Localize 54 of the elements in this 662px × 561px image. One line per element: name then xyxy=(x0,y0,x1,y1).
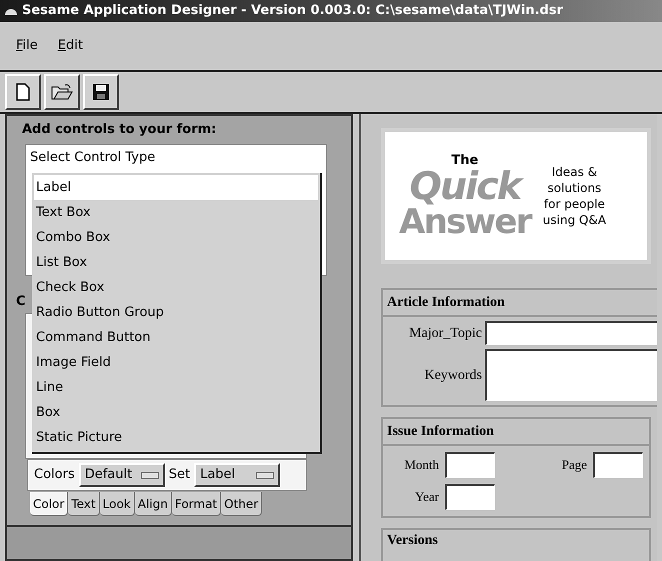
tab[interactable]: Format xyxy=(172,492,222,516)
tagline-text: solutions xyxy=(548,180,602,196)
dropdown-option[interactable]: Line xyxy=(34,375,318,400)
new-document-icon xyxy=(16,83,30,101)
tab[interactable]: Other xyxy=(221,492,262,516)
dropdown-option[interactable]: Static Picture xyxy=(34,425,318,450)
panel-heading: Add controls to your form: xyxy=(22,121,218,139)
input-field[interactable] xyxy=(445,484,495,510)
set-label: Set xyxy=(168,466,190,484)
menu-item[interactable]: File xyxy=(16,36,38,56)
dropdown-icon xyxy=(140,472,159,478)
colors-label: Colors xyxy=(34,466,75,484)
dropdown-button[interactable]: Label xyxy=(194,463,280,487)
dropdown-icon xyxy=(256,472,274,478)
window-title: Sesame Application Designer - Version 0.003.0: C:\sesame\data\TJWin.dsr xyxy=(22,2,563,20)
tagline-text: for people xyxy=(544,196,605,212)
dropdown-option[interactable]: Text Box xyxy=(34,200,318,225)
tab[interactable]: Look xyxy=(100,492,135,516)
dropdown-option[interactable]: Command Button xyxy=(34,325,318,350)
group-title: Issue Information xyxy=(383,419,649,446)
field-label: Year xyxy=(414,488,439,506)
dropdown-option[interactable]: Label xyxy=(34,175,318,200)
field-label: Major_Topic xyxy=(408,324,482,342)
dropdown-option[interactable]: Combo Box xyxy=(34,225,318,250)
field-label: Month xyxy=(403,456,439,474)
toolbar-button[interactable] xyxy=(83,74,119,110)
toolbar-button[interactable] xyxy=(5,74,41,110)
app-icon xyxy=(4,6,18,16)
field-label: Keywords xyxy=(423,366,482,384)
input-field[interactable] xyxy=(445,452,495,478)
tab[interactable]: Text xyxy=(68,492,100,516)
section-label: C xyxy=(16,292,26,310)
text-area[interactable] xyxy=(485,349,657,401)
input-field[interactable] xyxy=(485,321,657,345)
menu-item[interactable]: Edit xyxy=(58,36,83,56)
group-title: Article Information xyxy=(383,290,657,317)
tab[interactable]: Color xyxy=(30,492,68,516)
dropdown-option[interactable]: Box xyxy=(34,400,318,425)
dropdown-option[interactable]: Check Box xyxy=(34,275,318,300)
logo-text: Quick xyxy=(410,166,520,204)
logo-text: The xyxy=(451,154,478,166)
dropdown-option[interactable]: Image Field xyxy=(34,350,318,375)
tab[interactable]: Align xyxy=(134,492,172,516)
dropdown-option[interactable]: List Box xyxy=(34,250,318,275)
group-title: Versions xyxy=(386,533,439,548)
dropdown-button[interactable]: Default xyxy=(78,463,165,487)
toolbar-button[interactable] xyxy=(44,74,80,110)
tagline-text: Ideas & xyxy=(552,164,598,180)
logo-text: Answer xyxy=(399,204,531,238)
folder-icon xyxy=(51,83,73,101)
dropdown-option[interactable]: Radio Button Group xyxy=(34,300,318,325)
field-label: Page xyxy=(560,456,587,474)
tagline-text: using Q&A xyxy=(542,212,606,228)
input-field[interactable] xyxy=(593,452,643,478)
